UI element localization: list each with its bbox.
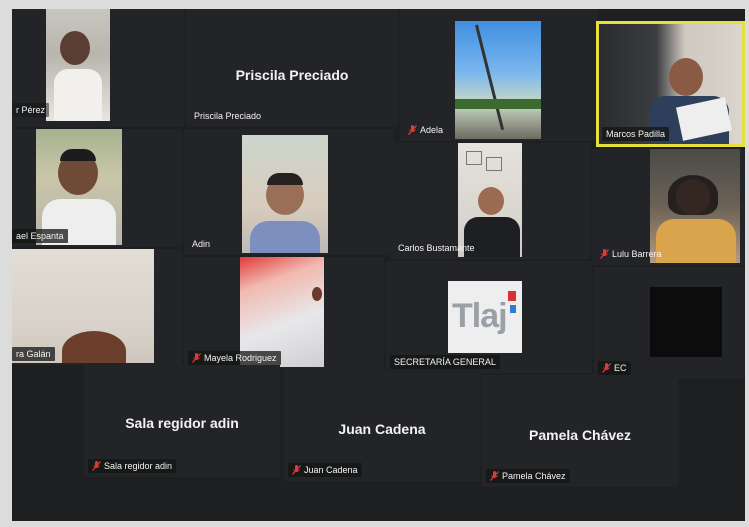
participant-tile[interactable]: EC <box>594 267 745 379</box>
participant-name: ra Galán <box>16 349 51 359</box>
participant-name-tag: SECRETARÍA GENERAL <box>390 355 500 369</box>
participant-name: Lulu Barrera <box>612 249 662 259</box>
participant-name-tag: Juan Cadena <box>288 463 362 477</box>
microphone-muted-icon <box>292 465 301 475</box>
participant-video <box>650 149 740 263</box>
participant-name: SECRETARÍA GENERAL <box>394 357 496 367</box>
microphone-muted-icon <box>490 471 499 481</box>
participant-name-tag: Sala regidor adin <box>88 459 177 473</box>
participant-name: ael Espanta <box>16 231 64 241</box>
participant-tile[interactable]: Mayela Rodriguez <box>184 257 384 369</box>
participant-video <box>599 24 742 144</box>
microphone-muted-icon <box>192 353 201 363</box>
participant-name: Marcos Padilla <box>606 129 666 139</box>
participant-name-tag: Priscila Preciado <box>190 109 265 123</box>
participant-name-tag: Carlos Bustamante <box>394 241 479 255</box>
participant-tile[interactable]: Sala regidor adin Sala regidor adin <box>84 365 280 477</box>
participant-tile[interactable]: Adin <box>184 129 394 255</box>
participant-name-tag: Adela <box>404 123 447 137</box>
participant-tile[interactable]: Adela <box>400 9 598 141</box>
participant-display-name: Priscila Preciado <box>235 67 349 83</box>
participant-tile[interactable]: ael Espanta <box>12 129 182 247</box>
participant-name-tag: EC <box>598 361 631 375</box>
participant-name: Priscila Preciado <box>194 111 262 121</box>
participant-video <box>458 143 522 257</box>
microphone-muted-icon <box>602 363 611 373</box>
participant-tile[interactable]: Juan Cadena Juan Cadena <box>284 369 480 481</box>
participant-name-tag: r Pérez <box>12 103 50 117</box>
microphone-muted-icon <box>408 125 417 135</box>
participant-name: Adela <box>420 125 444 135</box>
participant-tile[interactable]: Lulu Barrera <box>592 149 745 265</box>
participant-display-name: Sala regidor adin <box>125 415 239 431</box>
participant-display-name: Juan Cadena <box>338 421 426 437</box>
participant-name: r Pérez <box>16 105 46 115</box>
participant-name: Sala regidor adin <box>104 461 173 471</box>
participant-name: EC <box>614 363 627 373</box>
participant-tile[interactable]: Pamela Chávez Pamela Chávez <box>482 375 678 487</box>
participant-logo: Tlaj <box>448 281 522 353</box>
participant-name-tag: ra Galán <box>12 347 55 361</box>
participant-name-tag: ael Espanta <box>12 229 68 243</box>
participant-tile[interactable]: r Pérez <box>12 9 184 127</box>
participant-tile[interactable]: ra Galán <box>12 249 182 365</box>
participant-tile-active-speaker[interactable]: Marcos Padilla <box>596 21 745 147</box>
microphone-muted-icon <box>92 461 101 471</box>
participant-name: Carlos Bustamante <box>398 243 475 253</box>
participant-display-name: Pamela Chávez <box>529 427 631 443</box>
microphone-muted-icon <box>600 249 609 259</box>
participant-name-tag: Lulu Barrera <box>596 247 666 261</box>
participant-video <box>36 129 122 245</box>
participant-video <box>46 9 110 121</box>
organization-logo-text: Tlaj <box>452 297 508 335</box>
participant-video-off <box>650 287 722 357</box>
participant-name-tag: Adin <box>188 237 214 251</box>
participant-video <box>242 135 328 253</box>
participant-name: Mayela Rodriguez <box>204 353 277 363</box>
participant-video <box>12 249 154 363</box>
participant-tile[interactable]: Carlos Bustamante <box>390 143 590 259</box>
participant-name: Juan Cadena <box>304 465 358 475</box>
participant-name-tag: Marcos Padilla <box>602 127 670 141</box>
zoom-gallery-view: r Pérez Priscila Preciado Priscila Preci… <box>12 9 745 521</box>
participant-name: Adin <box>192 239 211 249</box>
participant-name-tag: Mayela Rodriguez <box>188 351 281 365</box>
participant-tile[interactable]: Priscila Preciado Priscila Preciado <box>186 9 398 127</box>
participant-video <box>455 21 541 139</box>
participant-name: Pamela Chávez <box>502 471 566 481</box>
participant-tile[interactable]: Tlaj SECRETARÍA GENERAL <box>386 261 592 373</box>
participant-name-tag: Pamela Chávez <box>486 469 570 483</box>
